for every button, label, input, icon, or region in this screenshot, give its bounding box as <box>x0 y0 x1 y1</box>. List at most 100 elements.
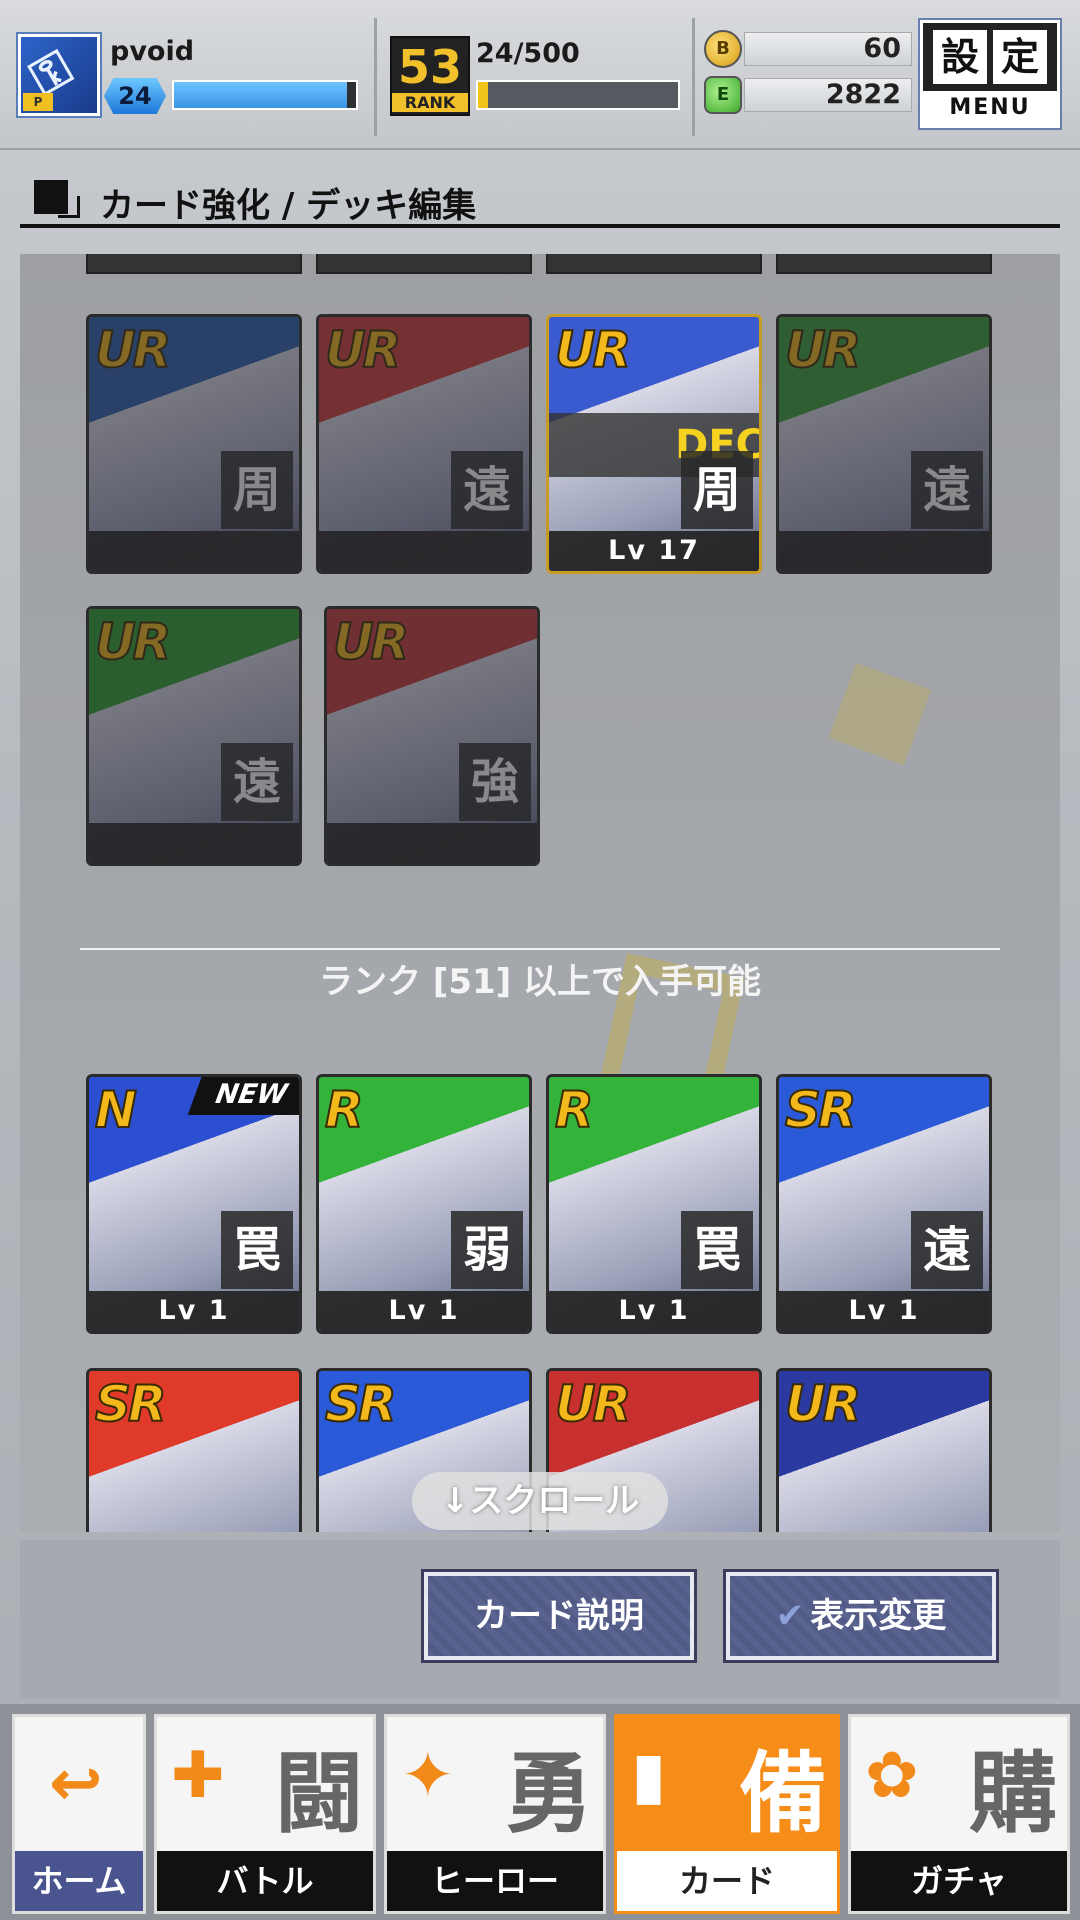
menu-label: MENU <box>923 91 1057 125</box>
gacha-capsule-icon: ✿ <box>865 1739 919 1813</box>
card-rarity: UR <box>784 320 862 380</box>
card-artwork <box>319 317 529 571</box>
card-type-badge: 遠 <box>451 451 523 529</box>
card-level <box>327 823 537 863</box>
nav-gacha-kanji: 購 <box>968 1742 1057 1845</box>
menu-kanji-1: 設 <box>933 30 987 84</box>
card-type-badge: 周 <box>221 451 293 529</box>
card-info-button[interactable]: カード説明 <box>424 1572 694 1660</box>
header-divider <box>374 18 377 136</box>
avatar-tag-icon: P <box>23 93 53 111</box>
card-tile[interactable]: SR <box>86 1368 302 1532</box>
nav-gacha-label: ガチャ <box>851 1851 1067 1911</box>
card-tile[interactable]: UR DEC 周 Lv 17 <box>546 314 762 574</box>
card-type-badge: 強 <box>459 743 531 821</box>
card-artwork <box>89 317 299 571</box>
card-tile[interactable]: UR 遠 <box>776 314 992 574</box>
card-rarity: SR <box>324 1374 397 1434</box>
card-rarity: SR <box>94 1374 167 1434</box>
page-title: カード強化 / デッキ編集 <box>100 186 477 226</box>
card-tile[interactable]: UR 強 <box>324 606 540 866</box>
card-tile[interactable]: R 罠 Lv 1 <box>546 1074 762 1334</box>
card-type-badge: 弱 <box>451 1211 523 1289</box>
scroll-hint: ↓スクロール <box>412 1472 668 1530</box>
exp-bar <box>172 80 358 110</box>
card-rarity: UR <box>554 1374 632 1434</box>
card-tile[interactable]: UR <box>776 1368 992 1532</box>
rank-progress-fill <box>478 82 488 108</box>
card-type-badge: 遠 <box>911 451 983 529</box>
card-tile[interactable]: UR 遠 <box>86 606 302 866</box>
card-rarity: UR <box>94 320 172 380</box>
card-level: Lv 17 <box>549 531 759 571</box>
nav-home-label: ホーム <box>15 1851 143 1911</box>
card-tile[interactable]: R 弱 Lv 1 <box>316 1074 532 1334</box>
card-stack-icon: ▮ <box>631 1739 667 1813</box>
unlock-requirement-text: ランク [51] 以上で入手可能 <box>318 962 762 1002</box>
card-tile[interactable]: UR 周 <box>86 314 302 574</box>
card-tile[interactable]: SR 遠 Lv 1 <box>776 1074 992 1334</box>
card-partial[interactable] <box>316 254 532 274</box>
top-status-bar: ⚿ P pvoid 24 53 RANK 24/500 B 60 E 2822 … <box>0 0 1080 150</box>
card-level: Lv 1 <box>89 1291 299 1331</box>
card-type-badge: 周 <box>681 451 753 529</box>
green-gem-count: 2822 <box>744 78 912 112</box>
header-divider <box>692 18 695 136</box>
green-gem-icon: E <box>704 76 742 114</box>
gold-coin-count: 60 <box>744 32 912 66</box>
action-bar: カード説明 ✔ 表示変更 <box>20 1540 1060 1698</box>
card-tile[interactable]: UR 遠 <box>316 314 532 574</box>
rank-number: 53 <box>397 40 462 94</box>
card-rarity: SR <box>784 1080 857 1140</box>
menu-button[interactable]: 設 定 MENU <box>920 20 1060 128</box>
display-change-label: 表示変更 <box>810 1596 947 1636</box>
hero-icon: ✦ <box>401 1739 455 1813</box>
back-arrow-icon: ↩ <box>49 1747 103 1821</box>
card-level: Lv 1 <box>319 1291 529 1331</box>
card-rarity: R <box>554 1080 594 1140</box>
card-rarity: UR <box>94 612 172 672</box>
card-level <box>89 531 299 571</box>
card-rarity: R <box>324 1080 364 1140</box>
card-type-badge: 罠 <box>681 1211 753 1289</box>
card-partial[interactable] <box>776 254 992 274</box>
rank-badge: 53 RANK <box>390 36 470 116</box>
nav-gacha[interactable]: ✿ 購 ガチャ <box>848 1714 1070 1914</box>
nav-card[interactable]: ▮ 備 カード <box>614 1714 840 1914</box>
gamepad-icon: ✚ <box>171 1739 225 1813</box>
menu-kanji-2: 定 <box>993 30 1047 84</box>
card-rarity: N <box>94 1080 138 1140</box>
nav-battle[interactable]: ✚ 闘 バトル <box>154 1714 376 1914</box>
rank-progress-text: 24/500 <box>476 38 580 69</box>
rank-label: RANK <box>392 93 468 112</box>
section-header: カード強化 / デッキ編集 <box>20 168 1060 234</box>
card-level <box>319 531 529 571</box>
nav-battle-label: バトル <box>157 1851 373 1911</box>
card-rarity: UR <box>332 612 410 672</box>
card-type-badge: 遠 <box>221 743 293 821</box>
background-decoration <box>828 662 932 766</box>
nav-hero[interactable]: ✦ 勇 ヒーロー <box>384 1714 606 1914</box>
nav-card-label: カード <box>617 1851 837 1911</box>
player-level-badge: 24 <box>104 78 166 114</box>
card-level <box>89 823 299 863</box>
card-partial[interactable] <box>546 254 762 274</box>
card-artwork <box>89 609 299 863</box>
rank-progress-bar <box>476 80 680 110</box>
unlock-divider <box>80 948 1000 950</box>
card-type-badge: 遠 <box>911 1211 983 1289</box>
card-rarity: UR <box>784 1374 862 1434</box>
new-badge: NEW <box>187 1077 299 1115</box>
bottom-nav: ↩ ホーム ✚ 闘 バトル ✦ 勇 ヒーロー ▮ 備 カード ✿ 購 ガチャ <box>0 1704 1080 1920</box>
section-corner-icon <box>58 196 80 218</box>
card-list-panel[interactable]: UR 周 UR 遠 UR DEC 周 Lv 17 UR 遠 UR 遠 UR 強 ランク [51] 以上で入… <box>20 254 1060 1532</box>
player-name: pvoid <box>110 36 195 67</box>
card-partial[interactable] <box>86 254 302 274</box>
display-change-button[interactable]: ✔ 表示変更 <box>726 1572 996 1660</box>
card-tile[interactable]: N NEW 罠 Lv 1 <box>86 1074 302 1334</box>
gold-coin-icon: B <box>704 30 742 68</box>
card-level <box>779 531 989 571</box>
player-avatar[interactable]: ⚿ P <box>18 34 100 116</box>
nav-home[interactable]: ↩ ホーム <box>12 1714 146 1914</box>
nav-hero-kanji: 勇 <box>504 1742 593 1845</box>
